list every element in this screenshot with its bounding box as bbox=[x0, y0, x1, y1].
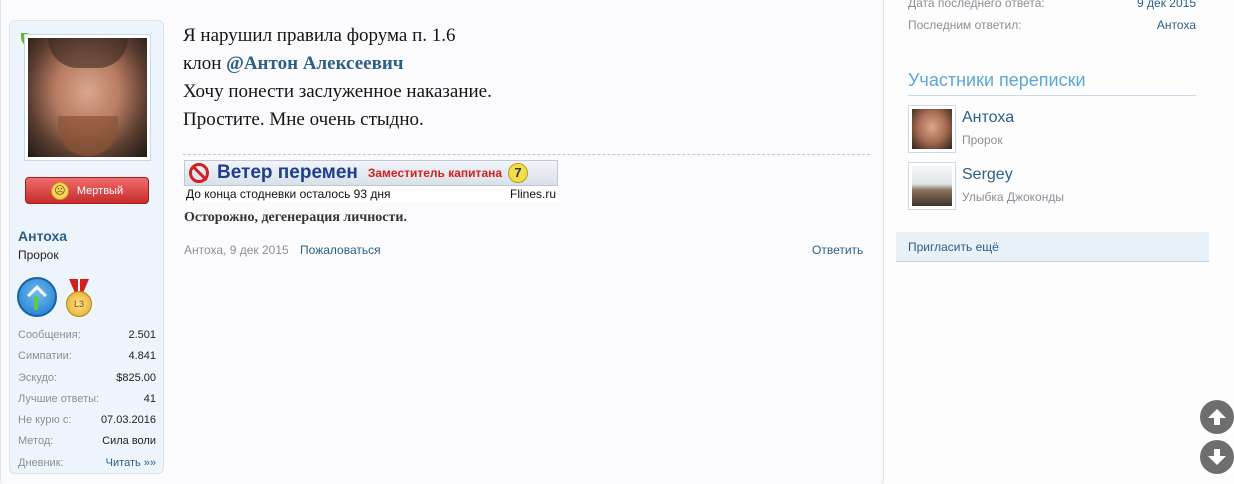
participant-title: Улыбка Джоконды bbox=[962, 190, 1064, 204]
post-author-date[interactable]: Антоха, 9 дек 2015 bbox=[184, 243, 289, 257]
avatar-image bbox=[28, 38, 147, 157]
scroll-down-button[interactable] bbox=[1200, 440, 1234, 474]
stat-label: Эскудо: bbox=[18, 371, 58, 384]
arrow-up-icon bbox=[1208, 409, 1226, 425]
participant-item[interactable]: Sergey Улыбка Джоконды bbox=[908, 162, 1196, 210]
user-title: Пророк bbox=[18, 248, 59, 262]
participant-avatar[interactable] bbox=[908, 162, 956, 210]
stat-row-quit-date: Не курю с: 07.03.2016 bbox=[18, 410, 156, 431]
stat-value: $825.00 bbox=[116, 371, 156, 384]
report-link[interactable]: Пожаловаться bbox=[300, 243, 381, 257]
stat-row-best-answers: Лучшие ответы: 41 bbox=[18, 389, 156, 410]
stat-label: Не курю с: bbox=[18, 414, 72, 427]
thread-info: Дата последнего ответа: 9 дек 2015 После… bbox=[908, 0, 1196, 36]
banner-title: Ветер перемен bbox=[217, 162, 358, 183]
stat-value: 4.841 bbox=[128, 350, 156, 363]
stat-row-likes: Симпатии: 4.841 bbox=[18, 346, 156, 367]
message-text: клон bbox=[183, 53, 227, 74]
message-line: клон @Антон Алексеевич bbox=[183, 50, 492, 78]
participants-heading: Участники переписки bbox=[908, 70, 1196, 96]
stat-label: Дневник: bbox=[18, 456, 64, 469]
medal-level: L3 bbox=[66, 291, 92, 317]
stat-row-diary: Дневник: Читать »» bbox=[18, 453, 156, 474]
invite-more-button[interactable]: Пригласить ещё bbox=[896, 232, 1209, 262]
medal-icon[interactable]: L3 bbox=[65, 279, 93, 319]
banner-number: 7 bbox=[508, 163, 529, 183]
user-stats: Сообщения: 2.501 Симпатии: 4.841 Эскудо:… bbox=[18, 325, 156, 474]
stat-row-method: Метод: Сила воли bbox=[18, 431, 156, 452]
username[interactable]: Антоха bbox=[18, 228, 67, 244]
stat-label: Метод: bbox=[18, 435, 54, 448]
info-label: Дата последнего ответа: bbox=[908, 0, 1045, 10]
message-line: Я нарушил правила форума п. 1.6 bbox=[183, 25, 456, 46]
last-replier-link[interactable]: Антоха bbox=[1157, 14, 1196, 36]
site-name: Flines.ru bbox=[509, 187, 556, 201]
stat-value: 41 bbox=[143, 392, 156, 405]
status-badge: ☹ Мертвый bbox=[25, 177, 149, 204]
stat-row-messages: Сообщения: 2.501 bbox=[18, 325, 156, 346]
message-line: Простите. Мне очень стыдно. bbox=[183, 109, 424, 130]
scroll-up-button[interactable] bbox=[1200, 400, 1234, 434]
signature-banner[interactable]: Ветер перемен Заместитель капитана 7 До … bbox=[184, 160, 558, 202]
reply-link[interactable]: Ответить bbox=[812, 243, 863, 257]
stat-row-escudo: Эскудо: $825.00 bbox=[18, 368, 156, 389]
arrow-down-icon bbox=[1208, 449, 1226, 465]
no-smoking-icon bbox=[189, 163, 209, 183]
banner-role: Заместитель капитана bbox=[367, 166, 503, 180]
post-meta: Антоха, 9 дек 2015 Пожаловаться bbox=[184, 243, 381, 257]
banner-footer: До конца стодневки осталось 93 дня Fline… bbox=[186, 187, 558, 201]
stat-value: 07.03.2016 bbox=[100, 414, 156, 427]
info-label: Последним ответил: bbox=[908, 18, 1022, 32]
participant-name[interactable]: Антоха bbox=[962, 109, 1014, 127]
diary-read-link[interactable]: Читать »» bbox=[106, 453, 156, 474]
stat-label: Лучшие ответы: bbox=[18, 392, 100, 405]
stat-label: Сообщения: bbox=[18, 329, 81, 341]
countdown-text: До конца стодневки осталось 93 дня bbox=[186, 187, 391, 201]
stat-label: Симпатии: bbox=[18, 350, 72, 363]
level-up-trophy-icon[interactable] bbox=[17, 277, 57, 317]
signature-quote: Осторожно, дегенерация личности. bbox=[184, 210, 407, 225]
banner-header: Ветер перемен Заместитель капитана 7 bbox=[184, 160, 558, 186]
avatar[interactable] bbox=[24, 34, 151, 161]
message-body: Я нарушил правила форума п. 1.6 клон @Ан… bbox=[183, 22, 492, 134]
status-badge-label: Мертвый bbox=[76, 184, 124, 197]
participant-item[interactable]: Антоха Пророк bbox=[908, 105, 1196, 153]
participant-title: Пророк bbox=[962, 133, 1003, 147]
participant-name[interactable]: Sergey bbox=[962, 166, 1013, 184]
stat-value: Сила воли bbox=[102, 435, 156, 448]
thread-info-row: Дата последнего ответа: 9 дек 2015 bbox=[908, 0, 1196, 14]
info-value[interactable]: 9 дек 2015 bbox=[1137, 0, 1196, 14]
sad-face-icon: ☹ bbox=[50, 181, 69, 200]
user-mention-link[interactable]: @Антон Алексеевич bbox=[226, 53, 403, 74]
message-line: Хочу понести заслуженное наказание. bbox=[183, 81, 492, 102]
thread-info-row: Последним ответил: Антоха bbox=[908, 14, 1196, 36]
page: ☹ Мертвый Антоха Пророк L3 Сообщения: 2.… bbox=[0, 0, 1234, 484]
participant-avatar[interactable] bbox=[908, 105, 956, 153]
stat-value: 2.501 bbox=[128, 329, 156, 341]
user-panel: ☹ Мертвый Антоха Пророк L3 Сообщения: 2.… bbox=[9, 20, 164, 474]
signature-divider bbox=[183, 154, 870, 155]
